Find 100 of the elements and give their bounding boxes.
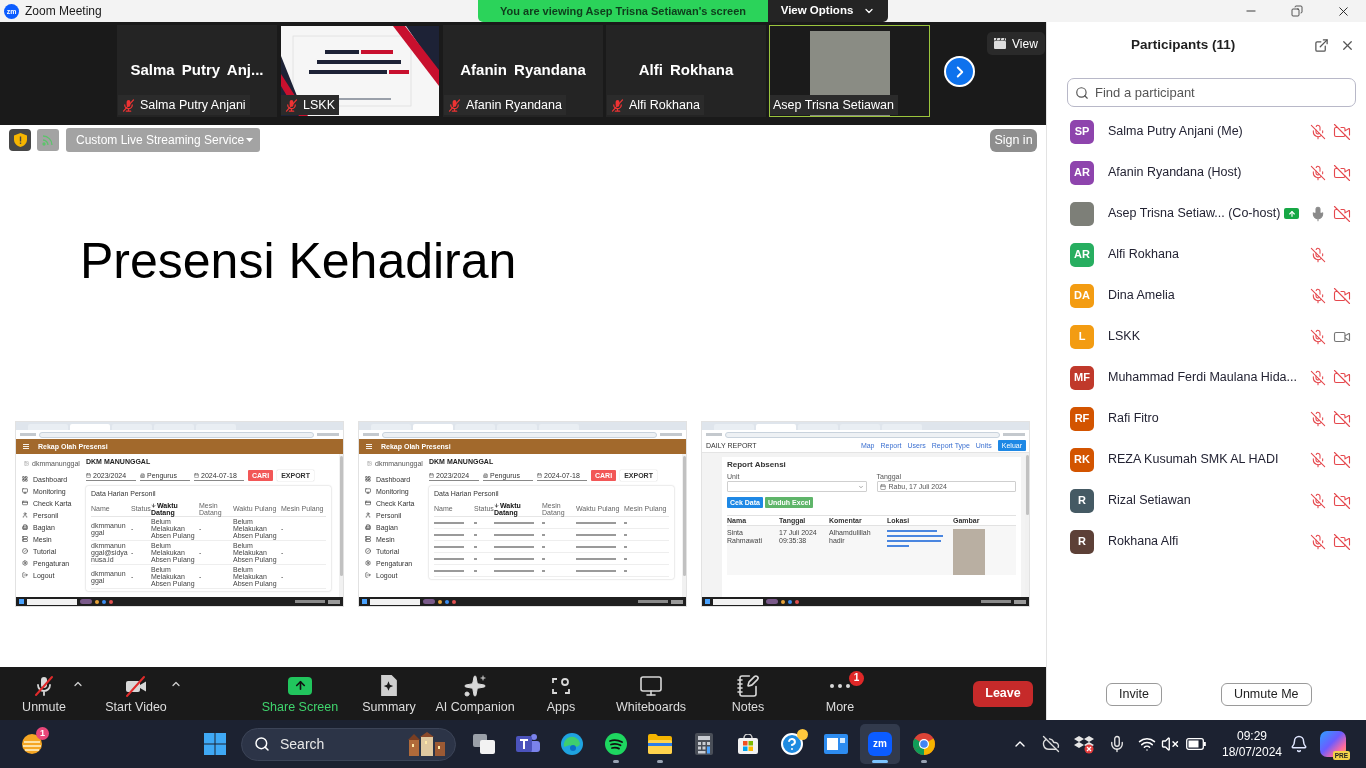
participant-name: LSKK (1108, 328, 1140, 346)
monitor-icon (365, 488, 371, 494)
grid-icon (365, 476, 371, 482)
clock[interactable]: 09:29 18/07/2024 (1222, 728, 1282, 760)
check-circle-icon (365, 548, 371, 554)
share-screen-icon (288, 676, 312, 695)
wifi-icon[interactable] (1137, 735, 1157, 753)
toolbar-button[interactable]: More 1 (810, 669, 870, 718)
taskbar-app-button[interactable]: zm (860, 724, 900, 764)
person-icon (365, 512, 371, 518)
settings-icon (365, 560, 371, 566)
more-icon (830, 683, 850, 688)
overlapping-squares-icon (473, 734, 495, 754)
muted-mic-icon (610, 97, 625, 113)
sort-arrow-icon (494, 503, 499, 509)
select-field[interactable] (727, 481, 867, 492)
windows-logo-icon (204, 733, 226, 755)
card-icon (22, 500, 28, 506)
building-icon (483, 473, 488, 478)
chevron-down-icon (857, 483, 864, 490)
view-button[interactable]: View (987, 32, 1045, 55)
avatar: DA (1070, 283, 1094, 308)
participant-name: Muhammad Ferdi Maulana Hida... (1108, 369, 1297, 387)
muted-mic-icon (284, 97, 299, 113)
card-icon (365, 500, 371, 506)
calculator-icon (695, 733, 713, 755)
avatar: AR (1070, 242, 1094, 267)
avatar: R (1070, 529, 1094, 554)
toolbar-button[interactable]: Unmute (16, 669, 72, 718)
settings-icon (22, 560, 28, 566)
building-icon (22, 524, 28, 530)
sound-waves-circle-icon (605, 733, 627, 755)
calendar-icon (86, 473, 91, 478)
box-error-icon[interactable] (1074, 734, 1094, 754)
pop-out-button[interactable] (1312, 36, 1330, 54)
avatar: RF (1070, 406, 1094, 431)
muted-mic-icon (447, 97, 462, 113)
pop-out-icon (1313, 37, 1329, 53)
avatar: SP (1070, 119, 1094, 144)
sparkle-icon (463, 673, 487, 698)
search-icon (1075, 85, 1089, 100)
people-tile-icon (516, 734, 540, 754)
avatar: R (1070, 488, 1094, 513)
document-sparkle-icon (381, 675, 397, 697)
photo-placeholder (953, 529, 985, 575)
taskbar-search-box[interactable]: Search (241, 727, 456, 761)
participant-name: Asep Trisna Setiaw... (Co-host) (1108, 205, 1281, 223)
broken-image-icon (24, 461, 29, 466)
avatar-photo-placeholder (1070, 201, 1094, 226)
participant-name: Alfi Rokhana (638, 59, 734, 80)
slide-title: Presensi Kehadiran (80, 236, 517, 286)
panel-title: Participants (11) (1131, 35, 1236, 54)
folder-icon (648, 734, 672, 754)
broken-image-icon (367, 461, 372, 466)
next-page-button[interactable] (944, 56, 975, 87)
menu-icon (23, 444, 29, 449)
leave-button[interactable]: Leave (973, 680, 1033, 707)
participant-name: Afanin Ryandana (460, 59, 586, 80)
participant-name: Salma Putry Anj... (130, 59, 264, 80)
security-button[interactable] (9, 129, 31, 151)
screen-share-banner: You are viewing Asep Trisna Setiawan's screen (478, 0, 768, 22)
toolbar-button[interactable]: Whiteboards (606, 669, 696, 718)
shield-icon (13, 133, 27, 147)
toolbar-button[interactable]: Share Screen (258, 669, 342, 718)
monitor-icon (22, 488, 28, 494)
panel-action-button[interactable]: Unmute Me (1220, 683, 1312, 706)
participant-name: REZA Kusumah SMK AL HADI (1108, 451, 1279, 469)
sort-arrow-icon (151, 503, 156, 509)
avatar: MF (1070, 365, 1094, 390)
panel-action-button[interactable]: Invite (1106, 683, 1162, 706)
name-label: Salma Putry Anjani (118, 95, 250, 115)
toolbar-button[interactable]: Apps (531, 669, 591, 718)
avatar: L (1070, 324, 1094, 349)
participant-name: Rafi Fitro (1108, 410, 1159, 428)
toolbar-button[interactable]: Notes (718, 669, 778, 718)
name-label: Afanin Ryandana (444, 95, 566, 115)
apps-icon (552, 676, 570, 695)
person-icon (22, 512, 28, 518)
window-icon (824, 734, 848, 754)
search-icon (254, 736, 270, 752)
app-logo: zm (868, 732, 892, 756)
building-icon (140, 473, 145, 478)
toolbar-button[interactable]: Start Video (102, 669, 170, 718)
participant-search-field[interactable]: Find a participant (1067, 78, 1356, 107)
building-icon (365, 524, 371, 530)
volume-muted-icon[interactable] (1161, 735, 1179, 753)
buildings-illustration-icon (407, 732, 447, 756)
view-options-button[interactable]: View Options (768, 0, 888, 22)
calendar-icon (879, 483, 886, 490)
cloud-off-icon[interactable] (1041, 735, 1061, 753)
calendar-icon (194, 473, 199, 478)
toolbar-button[interactable]: Summary (351, 669, 427, 718)
notification-badge: 1 (36, 727, 49, 740)
window-title: Zoom Meeting (25, 3, 102, 20)
notification-bell-icon[interactable] (1290, 735, 1308, 753)
battery-icon[interactable] (1186, 738, 1206, 750)
toolbar-button[interactable]: AI Companion (429, 669, 521, 718)
participant-name: Rizal Setiawan (1108, 492, 1191, 510)
weather-button[interactable]: 1 (18, 730, 46, 758)
participant-name: Alfi Rokhana (1108, 246, 1179, 264)
